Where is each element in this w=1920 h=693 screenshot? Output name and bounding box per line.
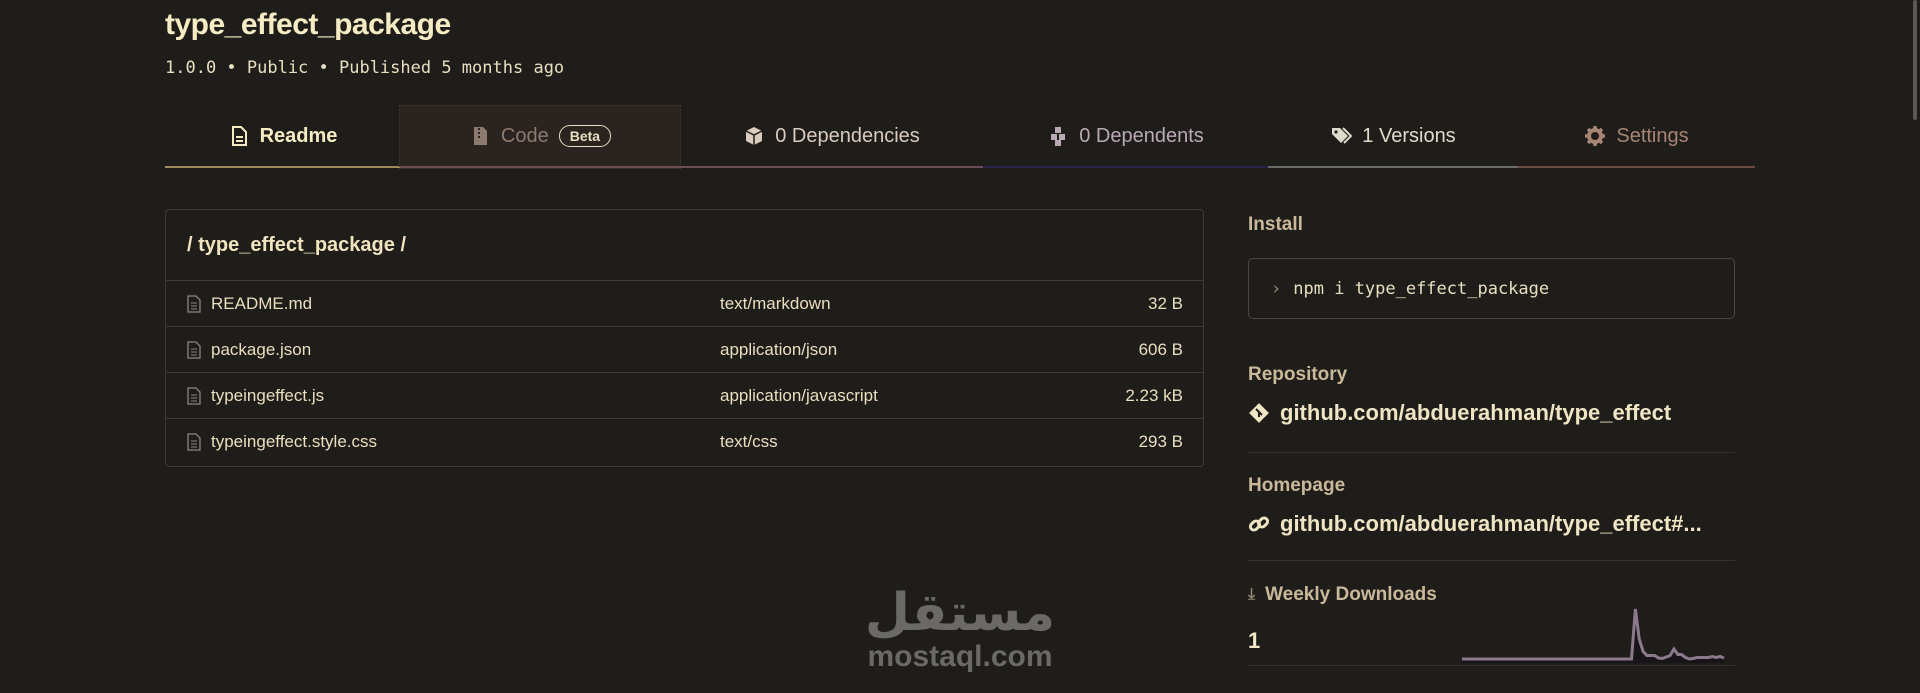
file-row[interactable]: package.json application/json 606 B [166,327,1203,373]
zip-file-icon [473,127,487,145]
tab-dependents[interactable]: 0 Dependents [983,106,1268,168]
file-icon [187,433,201,451]
boxes-icon [1051,127,1066,146]
file-name[interactable]: typeingeffect.js [211,386,324,406]
weekly-downloads-heading: ⤓ Weekly Downloads [1248,584,1437,605]
box-icon [745,127,763,145]
watermark-arabic: مستقل [864,583,1056,643]
file-row[interactable]: typeingeffect.style.css text/css 293 B [166,419,1203,465]
file-icon [231,126,247,146]
package-title: type_effect_package [165,8,451,41]
file-icon [187,294,201,313]
package-meta: 1.0.0 • Public • Published 5 months ago [165,58,565,78]
weekly-downloads-count: 1 [1248,628,1261,653]
homepage-label: Homepage [1248,475,1346,496]
install-command-box[interactable]: › npm i type_effect_package [1248,258,1735,319]
tags-icon [1332,127,1353,144]
sparkline-line [1462,608,1725,661]
file-type: application/javascript [720,385,878,405]
divider [1248,452,1735,453]
file-browser: / type_effect_package / README.md text/ma… [165,209,1204,467]
file-row[interactable]: typeingeffect.js application/javascript 2.… [166,373,1203,419]
sparkline-area [1462,609,1724,663]
tab-readme[interactable]: Readme [165,106,400,168]
download-icon: ⤓ [1248,586,1256,603]
tab-label: Code [500,124,549,147]
file-type: text/css [720,432,778,451]
divider [1248,665,1735,666]
repository-link[interactable]: github.com/abduerahman/type_effect [1248,400,1671,426]
tab-label: 0 Dependencies [775,124,920,147]
downloads-sparkline[interactable] [1460,605,1726,663]
tab-settings[interactable]: Settings [1518,106,1755,168]
scrollbar[interactable] [1913,0,1917,120]
tab-label: 0 Dependents [1079,124,1204,147]
file-row[interactable]: README.md text/markdown 32 B [166,281,1203,327]
file-icon [187,340,201,359]
file-size: 2.23 kB [1125,385,1183,405]
file-name[interactable]: package.json [211,340,311,360]
tab-dependencies[interactable]: 0 Dependencies [680,106,983,168]
tab-code[interactable]: Code Beta [399,105,681,169]
homepage-link[interactable]: github.com/abduerahman/type_effect#... [1248,511,1702,537]
install-command: npm i type_effect_package [1293,278,1550,299]
mostaql-watermark: مستقل mostaql.com [855,585,1065,673]
divider [1248,560,1735,561]
file-type: text/markdown [720,293,831,313]
file-size: 606 B [1138,339,1183,359]
prompt-chevron-icon: › [1271,278,1282,299]
file-icon [187,386,201,405]
tab-versions[interactable]: 1 Versions [1268,106,1518,168]
file-name[interactable]: typeingeffect.style.css [211,432,377,452]
file-size: 293 B [1138,432,1183,451]
file-name[interactable]: README.md [211,294,312,314]
tab-label: 1 Versions [1362,124,1456,147]
link-icon [1248,516,1270,532]
file-path-breadcrumb[interactable]: / type_effect_package / [166,210,1203,281]
install-label: Install [1248,214,1303,235]
tab-label: Settings [1616,124,1689,147]
tab-label: Readme [259,124,338,147]
file-type: application/json [720,339,838,359]
gear-icon [1585,126,1606,146]
beta-badge: Beta [558,125,612,147]
watermark-latin: mostaql.com [867,640,1053,673]
file-size: 32 B [1148,293,1183,313]
git-icon [1249,403,1269,423]
repository-label: Repository [1248,364,1348,385]
